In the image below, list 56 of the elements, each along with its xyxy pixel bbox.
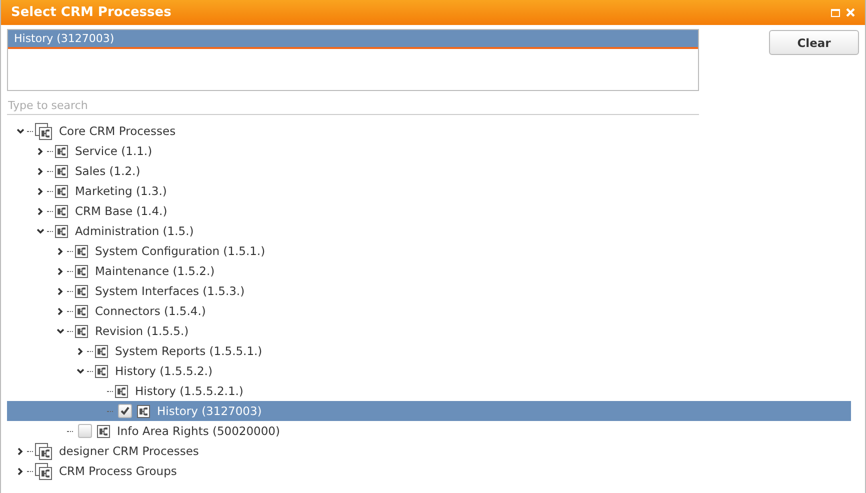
process-icon <box>55 204 68 218</box>
tree-item[interactable]: Service (1.1.) <box>75 144 152 158</box>
tree-item[interactable]: System Configuration (1.5.1.) <box>95 244 266 258</box>
tree-row[interactable]: Connectors (1.5.4.) <box>7 301 851 321</box>
tree-row[interactable]: Revision (1.5.5.) <box>7 321 851 341</box>
process-icon <box>75 324 88 338</box>
tree-row[interactable]: Info Area Rights (50020000) <box>7 421 851 441</box>
tree-item[interactable]: Connectors (1.5.4.) <box>95 304 206 318</box>
tree-item[interactable]: Revision (1.5.5.) <box>95 324 189 338</box>
stacked-process-icon <box>35 442 52 460</box>
tree-item[interactable]: CRM Process Groups <box>59 464 177 478</box>
tree-item[interactable]: System Interfaces (1.5.3.) <box>95 284 245 298</box>
tree-row[interactable]: Core CRM Processes <box>7 121 851 141</box>
tree-item[interactable]: Administration (1.5.) <box>75 224 194 238</box>
process-icon <box>55 164 68 178</box>
tree-row[interactable]: Service (1.1.) <box>7 141 851 161</box>
tree-row[interactable]: CRM Process Groups <box>7 461 851 481</box>
tree-row[interactable]: Marketing (1.3.) <box>7 181 851 201</box>
process-icon <box>75 284 88 298</box>
tree-item[interactable]: Maintenance (1.5.2.) <box>95 264 215 278</box>
clear-button[interactable]: Clear <box>769 30 859 55</box>
tree-row[interactable]: History (1.5.5.2.) <box>7 361 851 381</box>
tree-item[interactable]: System Reports (1.5.5.1.) <box>115 344 262 358</box>
checkbox[interactable] <box>118 404 132 418</box>
process-icon <box>95 364 108 378</box>
tree-row[interactable]: System Interfaces (1.5.3.) <box>7 281 851 301</box>
tree-row[interactable]: System Configuration (1.5.1.) <box>7 241 851 261</box>
tree-item[interactable]: Info Area Rights (50020000) <box>117 424 280 438</box>
tree-item[interactable]: designer CRM Processes <box>59 444 199 458</box>
process-icon <box>95 344 108 358</box>
tree-row[interactable]: System Reports (1.5.5.1.) <box>7 341 851 361</box>
stacked-process-icon <box>35 462 52 480</box>
tree-item[interactable]: CRM Base (1.4.) <box>75 204 168 218</box>
tree-row[interactable]: Maintenance (1.5.2.) <box>7 261 851 281</box>
tree-row[interactable]: History (1.5.5.2.1.) <box>7 381 851 401</box>
tree-row[interactable]: Sales (1.2.) <box>7 161 851 181</box>
process-icon <box>55 224 68 238</box>
tree-item[interactable]: Marketing (1.3.) <box>75 184 167 198</box>
tree-row[interactable]: designer CRM Processes <box>7 441 851 461</box>
process-icon <box>55 144 68 158</box>
process-icon <box>115 384 128 398</box>
checkbox[interactable] <box>78 424 92 438</box>
window-title: Select CRM Processes <box>11 5 172 20</box>
tree-item[interactable]: Sales (1.2.) <box>75 164 140 178</box>
process-icon <box>97 424 110 438</box>
tree-row[interactable]: CRM Base (1.4.) <box>7 201 851 221</box>
process-icon <box>75 244 88 258</box>
stacked-process-icon <box>35 122 52 140</box>
process-icon <box>137 404 150 418</box>
tree-item[interactable]: Core CRM Processes <box>59 124 176 138</box>
tree-row[interactable]: Administration (1.5.) <box>7 221 851 241</box>
process-icon <box>75 304 88 318</box>
tree-item[interactable]: History (1.5.5.2.1.) <box>135 384 244 398</box>
tree-item[interactable]: History (1.5.5.2.) <box>115 364 212 378</box>
process-icon <box>55 184 68 198</box>
process-icon <box>75 264 88 278</box>
